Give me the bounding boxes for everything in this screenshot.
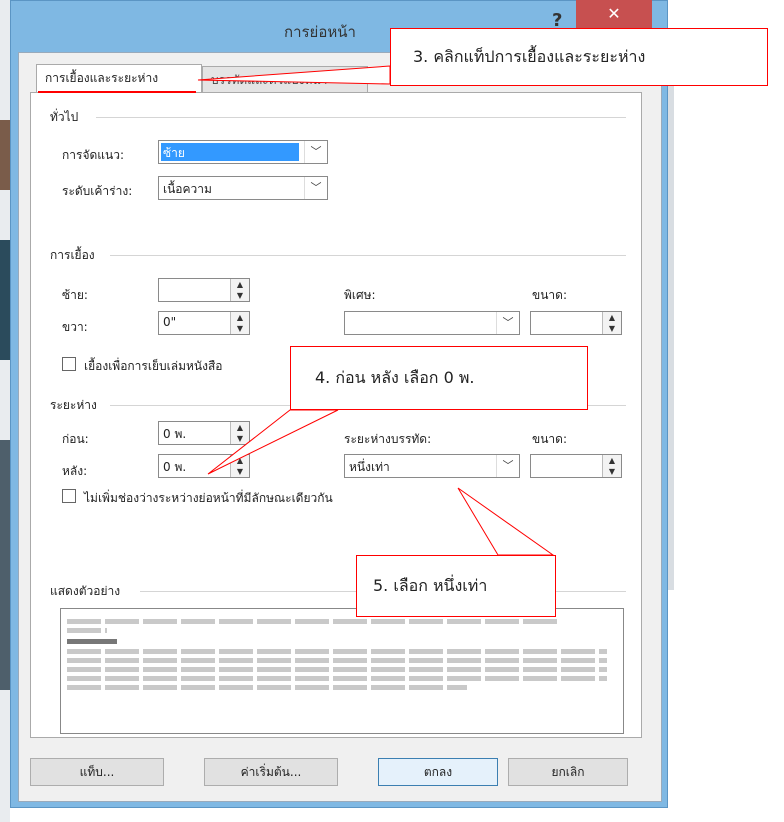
callout-4-pointer (207, 409, 339, 475)
callout-step-5: 5. เลือก หนึ่งเท่า (356, 555, 556, 617)
callout-5-pointer (457, 487, 555, 556)
annotation-pointers (38, 65, 555, 556)
callout-step-3: 3. คลิกแท็ปการเยื้องและระยะห่าง (390, 28, 768, 86)
callout-step-4: 4. ก่อน หลัง เลือก 0 พ. (290, 346, 588, 410)
callout-3-pointer (197, 65, 391, 85)
